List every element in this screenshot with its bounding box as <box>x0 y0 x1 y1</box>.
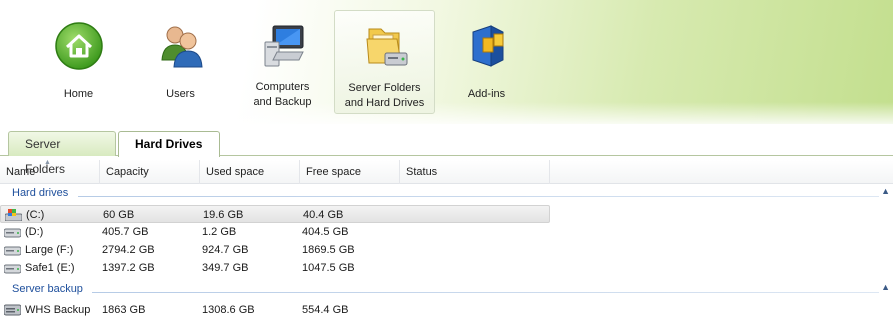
nav-computers-label: Computers and Backup <box>253 81 312 108</box>
computer-icon <box>264 25 304 67</box>
collapse-icon[interactable]: ▲ <box>881 282 890 292</box>
drive-capacity: 60 GB <box>103 209 135 221</box>
table-row[interactable]: (D:) 405.7 GB 1.2 GB 404.5 GB <box>0 223 550 241</box>
column-header-capacity[interactable]: Capacity <box>100 160 200 184</box>
hard-drive-icon <box>4 264 21 274</box>
column-header-free-space[interactable]: Free space <box>300 160 400 184</box>
column-status-label: Status <box>406 166 438 178</box>
drive-free-space: 554.4 GB <box>302 304 349 316</box>
drive-name: WHS Backup <box>25 304 91 316</box>
drive-name: (C:) <box>26 209 45 221</box>
drive-capacity: 1397.2 GB <box>102 262 155 274</box>
drive-used-space: 1.2 GB <box>202 226 237 238</box>
hard-drive-icon <box>4 228 21 238</box>
group-header-server-backup[interactable]: Server backup ▲ <box>0 282 893 300</box>
table-row[interactable]: Large (F:) 2794.2 GB 924.7 GB 1869.5 GB <box>0 241 550 259</box>
nav-add-ins[interactable]: Add-ins <box>436 10 537 114</box>
drive-capacity: 405.7 GB <box>102 226 149 238</box>
home-icon <box>54 22 103 70</box>
group-divider <box>92 292 879 293</box>
column-header-used-space[interactable]: Used space <box>200 160 300 184</box>
drive-free-space: 1047.5 GB <box>302 262 355 274</box>
drive-name: (D:) <box>25 226 44 238</box>
drive-capacity: 2794.2 GB <box>102 244 155 256</box>
table-row[interactable]: (C:) 60 GB 19.6 GB 40.4 GB <box>0 205 550 223</box>
nav-addins-label: Add-ins <box>467 88 506 100</box>
drive-used-space: 349.7 GB <box>202 262 249 274</box>
column-used-label: Used space <box>206 166 265 178</box>
addins-icon <box>472 25 503 67</box>
drive-free-space: 40.4 GB <box>303 209 344 221</box>
nav-computers-and-backup[interactable]: Computers and Backup <box>232 10 333 114</box>
drive-name: Large (F:) <box>25 244 74 256</box>
users-icon <box>160 26 203 68</box>
hard-drive-icon <box>4 246 21 256</box>
system-drive-icon <box>5 209 22 221</box>
table-row[interactable]: Safe1 (E:) 1397.2 GB 349.7 GB 1047.5 GB <box>0 259 550 277</box>
group-title: Server backup <box>12 283 83 295</box>
folders-drive-icon <box>365 28 407 66</box>
group-title: Hard drives <box>12 187 69 199</box>
group-header-hard-drives[interactable]: Hard drives ▲ <box>0 186 893 204</box>
column-header-status[interactable]: Status <box>400 160 550 184</box>
tab-hard-drives[interactable]: Hard Drives <box>118 131 220 157</box>
drive-capacity: 1863 GB <box>102 304 146 316</box>
navigation-bar: Home Users Computers and Backup Server F… <box>0 0 893 124</box>
drive-used-space: 19.6 GB <box>203 209 244 221</box>
nav-home-label: Home <box>63 88 94 100</box>
drive-free-space: 404.5 GB <box>302 226 349 238</box>
nav-server-folders-and-hard-drives[interactable]: Server Folders and Hard Drives <box>334 10 435 114</box>
column-header-row: ▲ Name Capacity Used space Free space St… <box>0 159 893 184</box>
column-capacity-label: Capacity <box>106 166 149 178</box>
group-divider <box>78 196 879 197</box>
nav-home[interactable]: Home <box>28 10 129 114</box>
column-free-label: Free space <box>306 166 362 178</box>
tab-server-folders[interactable]: Server Folders <box>8 131 116 176</box>
collapse-icon[interactable]: ▲ <box>881 186 890 196</box>
drive-name: Safe1 (E:) <box>25 262 75 274</box>
drive-used-space: 1308.6 GB <box>202 304 255 316</box>
nav-server-folders-label: Server Folders and Hard Drives <box>344 82 425 109</box>
table-row[interactable]: WHS Backup 1863 GB 1308.6 GB 554.4 GB <box>0 301 550 319</box>
drive-used-space: 924.7 GB <box>202 244 249 256</box>
nav-users-label: Users <box>166 88 195 100</box>
backup-drive-icon <box>4 304 21 316</box>
drive-free-space: 1869.5 GB <box>302 244 355 256</box>
nav-users[interactable]: Users <box>130 10 231 114</box>
